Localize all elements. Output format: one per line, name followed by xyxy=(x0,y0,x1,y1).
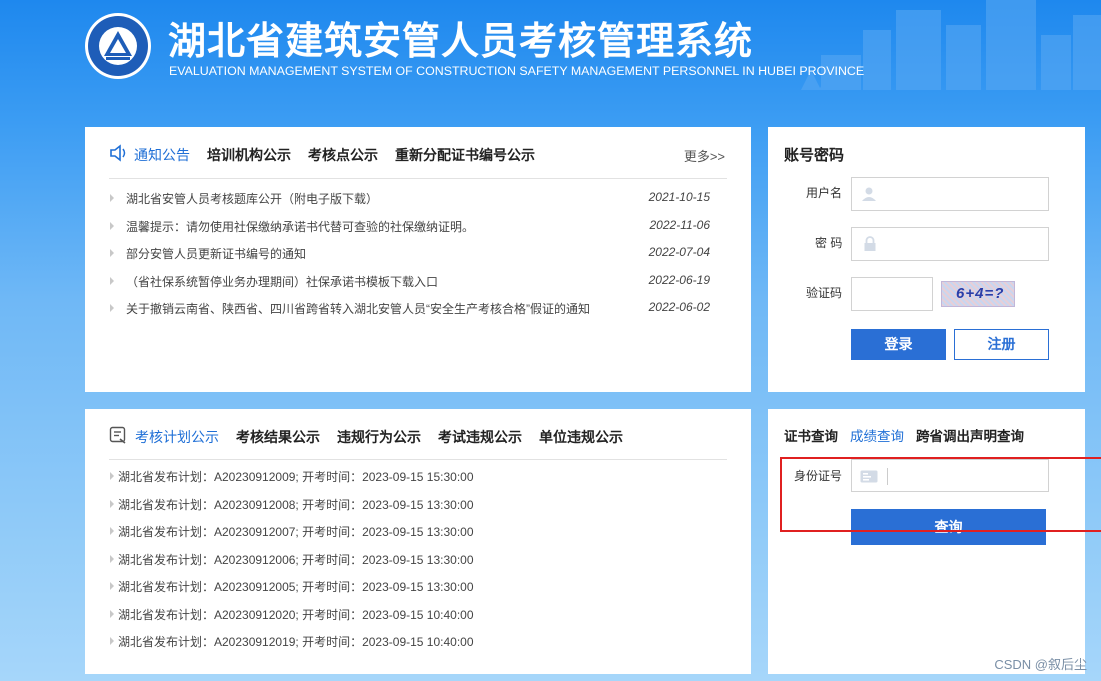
list-item[interactable]: 湖北省发布计划：A20230912019; 开考时间：2023-09-15 10… xyxy=(85,631,751,651)
plan-panel: 考核计划公示 考核结果公示 违规行为公示 考试违规公示 单位违规公示 湖北省发布… xyxy=(85,409,751,674)
tab-certificate-query[interactable]: 证书查询 xyxy=(784,425,838,445)
username-label: 用户名 xyxy=(806,186,843,200)
tab-exam-sites[interactable]: 考核点公示 xyxy=(308,145,378,165)
tab-exam-plan[interactable]: 考核计划公示 xyxy=(135,427,219,447)
logo-seal xyxy=(85,13,151,79)
password-label: 密 码 xyxy=(815,236,843,250)
query-panel: 证书查询 成绩查询 跨省调出声明查询 身份证号 查询 xyxy=(768,409,1085,674)
captcha-field[interactable] xyxy=(851,277,933,311)
list-item[interactable]: 湖北省发布计划：A20230912020; 开考时间：2023-09-15 10… xyxy=(85,604,751,624)
watermark: CSDN @叙后尘 xyxy=(994,657,1087,672)
tab-cross-province-query[interactable]: 跨省调出声明查询 xyxy=(916,425,1024,445)
list-item[interactable]: 关于撤销云南省、陕西省、四川省跨省转入湖北安管人员“安全生产考核合格”假证的通知… xyxy=(85,298,751,318)
username-field[interactable] xyxy=(851,177,1049,211)
list-item[interactable]: （省社保系统暂停业务办理期间）社保承诺书模板下载入口 2022-06-19 xyxy=(85,271,751,291)
tab-violations[interactable]: 违规行为公示 xyxy=(337,427,421,447)
captcha-label: 验证码 xyxy=(806,286,843,300)
more-link[interactable]: 更多>> xyxy=(684,146,725,165)
list-item[interactable]: 湖北省发布计划：A20230912009; 开考时间：2023-09-15 15… xyxy=(85,466,751,486)
list-item[interactable]: 温馨提示：请勿使用社保缴纳承诺书代替可查验的社保缴纳证明。 2022-11-06 xyxy=(85,216,751,236)
password-field[interactable] xyxy=(851,227,1049,261)
list-item[interactable]: 湖北省发布计划：A20230912008; 开考时间：2023-09-15 13… xyxy=(85,494,751,514)
tab-training-institutions[interactable]: 培训机构公示 xyxy=(207,145,291,165)
tab-exam-results[interactable]: 考核结果公示 xyxy=(236,427,320,447)
tab-notice[interactable]: 通知公告 xyxy=(134,145,190,165)
highlight-box xyxy=(780,457,1101,532)
list-item[interactable]: 湖北省安管人员考核题库公开（附电子版下载） 2021-10-15 xyxy=(85,188,751,208)
list-item[interactable]: 湖北省发布计划：A20230912006; 开考时间：2023-09-15 13… xyxy=(85,549,751,569)
system-title: 湖北省建筑安管人员考核管理系统 xyxy=(168,21,754,63)
tab-reassign-cert-numbers[interactable]: 重新分配证书编号公示 xyxy=(395,145,535,165)
captcha-image[interactable]: 6+4=? xyxy=(941,281,1015,307)
speaker-icon xyxy=(110,144,126,162)
tab-score-query[interactable]: 成绩查询 xyxy=(850,425,904,445)
user-icon xyxy=(862,187,876,201)
captcha-text: 6+4=? xyxy=(956,285,1005,302)
system-subtitle: EVALUATION MANAGEMENT SYSTEM OF CONSTRUC… xyxy=(169,64,865,78)
list-item[interactable]: 湖北省发布计划：A20230912007; 开考时间：2023-09-15 13… xyxy=(85,521,751,541)
login-button[interactable]: 登录 xyxy=(851,329,946,360)
document-icon xyxy=(109,426,126,444)
tab-unit-violations[interactable]: 单位违规公示 xyxy=(539,427,623,447)
tab-exam-violations[interactable]: 考试违规公示 xyxy=(438,427,522,447)
login-heading: 账号密码 xyxy=(784,147,845,164)
lock-icon xyxy=(864,236,876,251)
register-button[interactable]: 注册 xyxy=(954,329,1049,360)
list-item[interactable]: 部分安管人员更新证书编号的通知 2022-07-04 xyxy=(85,243,751,263)
notice-panel: 通知公告 培训机构公示 考核点公示 重新分配证书编号公示 更多>> 湖北省安管人… xyxy=(85,127,751,392)
login-panel: 账号密码 用户名 密 码 验证码 6+4=? 登录 注册 xyxy=(768,127,1085,392)
list-item[interactable]: 湖北省发布计划：A20230912005; 开考时间：2023-09-15 13… xyxy=(85,576,751,596)
